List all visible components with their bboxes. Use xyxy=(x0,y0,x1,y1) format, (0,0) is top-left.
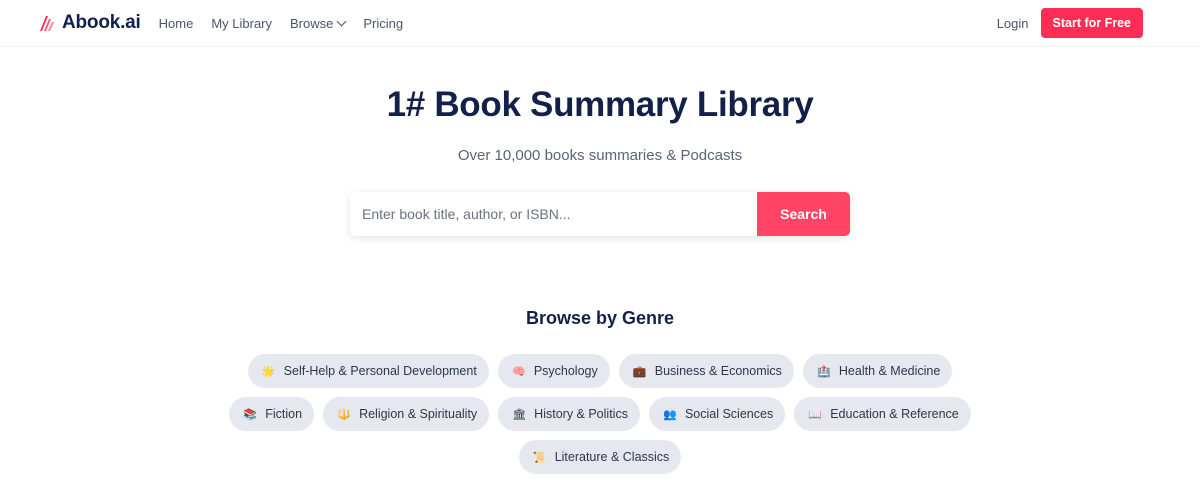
genre-chip-label: Religion & Spirituality xyxy=(359,407,478,421)
page-subtitle: Over 10,000 books summaries & Podcasts xyxy=(457,147,743,164)
genre-chip-label: Social Sciences xyxy=(684,407,774,421)
start-for-free-button[interactable]: Start for Free xyxy=(1040,8,1143,38)
search-bar: Search xyxy=(350,192,850,236)
genre-chip[interactable]: 📚 Fiction xyxy=(229,397,315,431)
hero-section: 1# Book Summary Library Over 10,000 book… xyxy=(0,85,1200,236)
genre-chip-label: History & Politics xyxy=(534,407,628,421)
genre-chip-label: Education & Reference xyxy=(830,407,959,421)
genre-chip-label: Fiction xyxy=(265,407,303,421)
nav-actions: Login Start for Free xyxy=(997,8,1143,38)
nav-home-link[interactable]: Home xyxy=(159,16,194,31)
genre-chip[interactable]: 💼 Business & Economics xyxy=(618,354,794,388)
genre-chip-label: Business & Economics xyxy=(654,364,782,378)
genre-chip[interactable]: 🧠 Psychology xyxy=(497,354,610,388)
genre-section-title: Browse by Genre xyxy=(525,308,675,328)
genre-list: 🌟 Self-Help & Personal Development 🧠 Psycho… xyxy=(220,354,980,474)
scroll-icon: 📜 xyxy=(532,451,547,464)
logo-text: Abook.ai xyxy=(62,12,141,33)
people-icon: 👥 xyxy=(663,408,677,421)
logo[interactable]: Abook.ai xyxy=(38,12,141,34)
brain-icon: 🧠 xyxy=(511,365,526,378)
search-input[interactable] xyxy=(350,192,757,236)
genre-chip[interactable]: 🏥 Health & Medicine xyxy=(802,354,953,388)
genre-chip-label: Psychology xyxy=(533,364,598,378)
genre-chip[interactable]: 🔱 Religion & Spirituality xyxy=(323,397,490,431)
genre-chip[interactable]: 🏛 History & Politics xyxy=(498,397,640,431)
chevron-down-icon xyxy=(336,16,347,26)
page-title: 1# Book Summary Library xyxy=(386,85,814,124)
medical-icon: 🏥 xyxy=(817,365,831,378)
spiritual-icon: 🔱 xyxy=(337,408,351,421)
open-book-icon: 📖 xyxy=(808,408,823,421)
nav-pricing-link[interactable]: Pricing xyxy=(363,16,403,31)
sun-icon: 🌟 xyxy=(261,365,276,378)
books-icon: 📚 xyxy=(243,408,258,421)
briefcase-icon: 💼 xyxy=(632,365,647,378)
genre-chip[interactable]: 📜 Literature & Classics xyxy=(518,440,682,474)
abook-logo-icon xyxy=(40,16,54,31)
genre-chip-label: Self-Help & Personal Development xyxy=(283,364,477,378)
nav-browse-dropdown[interactable]: Browse xyxy=(290,15,347,31)
genre-chip[interactable]: 👥 Social Sciences xyxy=(648,397,786,431)
genre-chip[interactable]: 🌟 Self-Help & Personal Development xyxy=(247,354,489,388)
genre-chip-label: Literature & Classics xyxy=(554,450,670,464)
genre-chip-label: Health & Medicine xyxy=(838,364,941,378)
search-button[interactable]: Search xyxy=(757,192,850,236)
genre-section: Browse by Genre 🌟 Self-Help & Personal De… xyxy=(0,308,1200,474)
nav-links: Home My Library Browse Pricing xyxy=(159,16,403,31)
login-link[interactable]: Login xyxy=(997,16,1029,31)
top-navbar: Abook.ai Home My Library Browse Pricing … xyxy=(0,0,1200,47)
nav-my-library-link[interactable]: My Library xyxy=(211,16,272,31)
nav-browse-label: Browse xyxy=(290,15,334,31)
genre-chip[interactable]: 📖 Education & Reference xyxy=(794,397,971,431)
government-building-icon: 🏛 xyxy=(512,408,527,421)
